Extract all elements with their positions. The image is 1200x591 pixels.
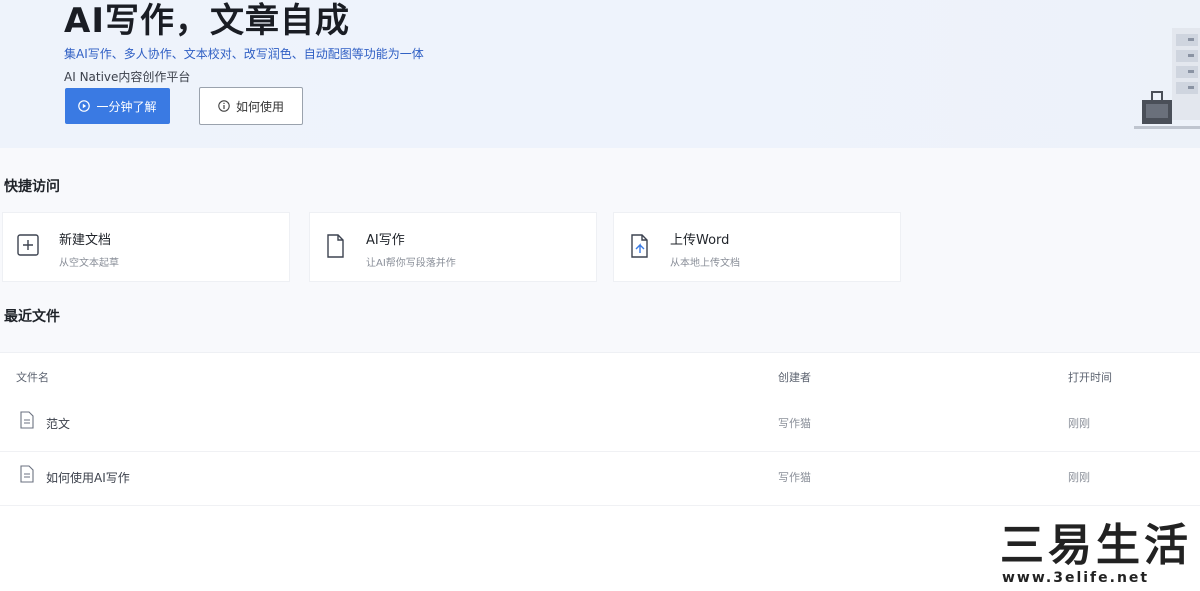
hero-subtitle: 集AI写作、多人协作、文本校对、改写润色、自动配图等功能为一体 <box>64 47 424 61</box>
file-open-time: 刚刚 <box>1068 417 1090 430</box>
intro-video-label: 一分钟了解 <box>96 99 157 114</box>
file-creator: 写作猫 <box>778 471 811 484</box>
hero-tagline: AI Native内容创作平台 <box>64 70 191 84</box>
play-circle-icon <box>78 100 91 112</box>
quick-access-title: 快捷访问 <box>4 179 60 195</box>
table-row[interactable]: 范文 写作猫 刚刚 <box>0 397 1200 452</box>
file-creator: 写作猫 <box>778 417 811 430</box>
file-name[interactable]: 如何使用AI写作 <box>46 469 130 486</box>
column-header-creator[interactable]: 创建者 <box>778 369 811 385</box>
plus-square-icon <box>17 233 39 259</box>
quick-card-new-doc[interactable]: 新建文档 从空文本起草 <box>2 212 290 282</box>
quick-card-title: AI写作 <box>366 233 405 248</box>
file-icon <box>20 411 34 429</box>
document-icon <box>324 233 346 259</box>
table-row[interactable]: 如何使用AI写作 写作猫 刚刚 <box>0 451 1200 506</box>
info-circle-icon <box>218 100 230 112</box>
hero-title: AI写作，文章自成 <box>64 1 350 41</box>
column-header-filename[interactable]: 文件名 <box>16 369 49 385</box>
quick-card-upload-word[interactable]: 上传Word 从本地上传文档 <box>613 212 901 282</box>
quick-card-desc: 从空文本起草 <box>59 258 119 269</box>
site-watermark: 三易生活 www.3elife.net <box>1000 522 1196 588</box>
file-icon <box>20 465 34 483</box>
quick-card-ai-write[interactable]: AI写作 让AI帮你写段落并作 <box>309 212 597 282</box>
column-header-opened[interactable]: 打开时间 <box>1068 369 1112 385</box>
recent-files-title: 最近文件 <box>4 309 60 325</box>
quick-card-desc: 从本地上传文档 <box>670 258 740 269</box>
file-name[interactable]: 范文 <box>46 415 70 432</box>
how-to-use-label: 如何使用 <box>235 99 284 114</box>
watermark-logo-text: 三易生活 <box>1000 520 1192 571</box>
quick-card-title: 新建文档 <box>59 233 112 248</box>
file-open-time: 刚刚 <box>1068 471 1090 484</box>
hero-banner: AI写作，文章自成 集AI写作、多人协作、文本校对、改写润色、自动配图等功能为一… <box>0 0 1200 148</box>
how-to-use-button[interactable]: 如何使用 <box>199 87 303 125</box>
watermark-url: www.3elife.net <box>1002 570 1150 586</box>
hero-illustration <box>1130 28 1200 140</box>
upload-document-icon <box>628 233 650 259</box>
quick-card-desc: 让AI帮你写段落并作 <box>366 258 456 269</box>
quick-card-title: 上传Word <box>670 233 730 248</box>
intro-video-button[interactable]: 一分钟了解 <box>65 88 170 124</box>
